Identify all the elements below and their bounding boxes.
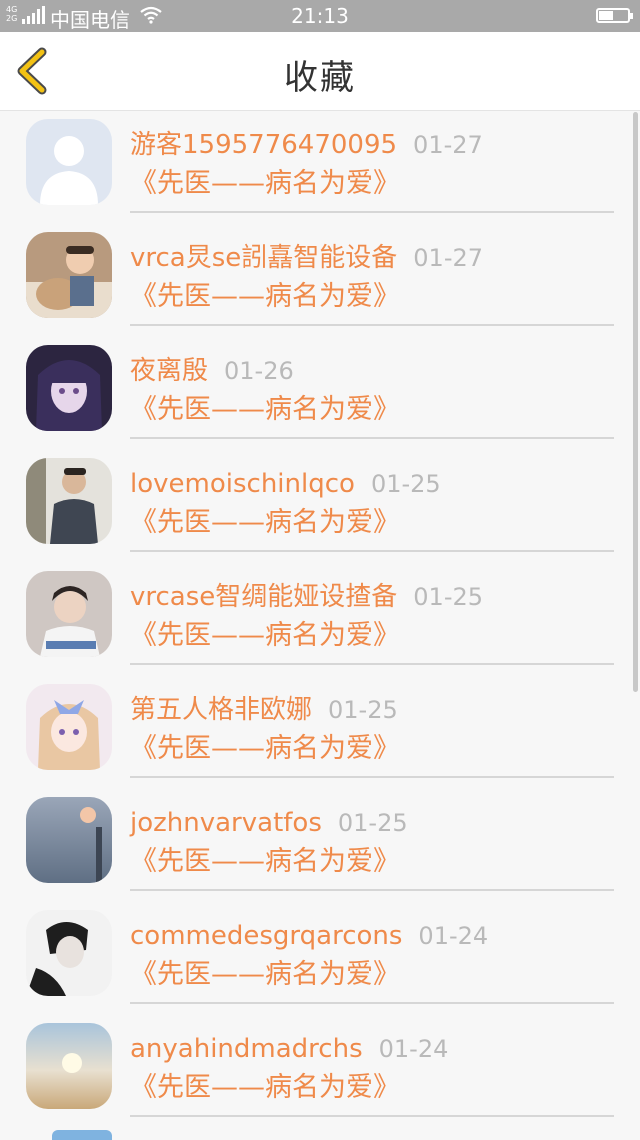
novel-title: 《先医——病名为爱》 <box>130 168 400 199</box>
item-date: 01-26 <box>224 357 294 385</box>
item-date: 01-27 <box>413 131 483 159</box>
item-meta: commedesgrqarcons 01-24 《先医——病名为爱》 <box>130 918 614 1004</box>
list-item[interactable]: 游客1595776470095 01-27 《先医——病名为爱》 <box>0 111 640 224</box>
user-name: 夜离殷 <box>130 356 209 386</box>
navigation-bar: 收藏 <box>0 32 640 111</box>
clock: 21:13 <box>291 4 349 28</box>
list-item[interactable]: vrca炅se訠嚞智能设备 01-27 《先医——病名为爱》 <box>0 224 640 337</box>
list-item[interactable]: anyahindmadrchs 01-24 《先医——病名为爱》 <box>0 1015 640 1128</box>
avatar <box>26 345 112 431</box>
item-header: vrca炅se訠嚞智能设备 01-27 <box>130 240 614 276</box>
list-item[interactable]: vrcase智绸能娅设揸备 01-25 《先医——病名为爱》 <box>0 563 640 676</box>
favorites-list: 游客1595776470095 01-27 《先医——病名为爱》 vrca炅se訠… <box>0 111 640 1138</box>
user-name: jozhnvarvatfos <box>130 808 322 838</box>
list-item[interactable]: 夜离殷 01-26 《先医——病名为爱》 <box>0 337 640 450</box>
avatar <box>26 1023 112 1109</box>
user-name: vrca炅se訠嚞智能设备 <box>130 243 398 273</box>
item-header: lovemoischinlqco 01-25 <box>130 466 614 502</box>
avatar <box>26 458 112 544</box>
item-header: vrcase智绸能娅设揸备 01-25 <box>130 579 614 615</box>
user-name: anyahindmadrchs <box>130 1034 363 1064</box>
item-meta: lovemoischinlqco 01-25 《先医——病名为爱》 <box>130 466 614 552</box>
novel-title: 《先医——病名为爱》 <box>130 846 400 877</box>
item-meta: anyahindmadrchs 01-24 《先医——病名为爱》 <box>130 1031 614 1117</box>
item-meta: jozhnvarvatfos 01-25 《先医——病名为爱》 <box>130 805 614 891</box>
avatar <box>26 910 112 996</box>
item-header: 夜离殷 01-26 <box>130 353 614 389</box>
avatar <box>26 571 112 657</box>
page-title: 收藏 <box>284 58 356 98</box>
status-bar: 4G 2G 中国电信 21:13 <box>0 0 640 32</box>
item-date: 01-25 <box>413 583 484 611</box>
item-date: 01-24 <box>418 922 489 950</box>
item-meta: 第五人格非欧娜 01-25 《先医——病名为爱》 <box>130 692 614 778</box>
novel-title: 《先医——病名为爱》 <box>130 394 400 425</box>
scrollbar[interactable] <box>633 112 638 692</box>
list-item[interactable]: commedesgrqarcons 01-24 《先医——病名为爱》 <box>0 902 640 1015</box>
user-name: 游客1595776470095 <box>130 130 398 160</box>
user-name: 第五人格非欧娜 <box>130 695 313 725</box>
item-date: 01-24 <box>378 1035 449 1063</box>
item-header: 第五人格非欧娜 01-25 <box>130 692 614 728</box>
item-header: jozhnvarvatfos 01-25 <box>130 805 614 841</box>
novel-title: 《先医——病名为爱》 <box>130 733 400 764</box>
item-date: 01-25 <box>370 470 441 498</box>
item-meta: vrcase智绸能娅设揸备 01-25 《先医——病名为爱》 <box>130 579 614 665</box>
novel-title: 《先医——病名为爱》 <box>130 959 400 990</box>
next-avatar-peek <box>52 1130 112 1140</box>
item-header: anyahindmadrchs 01-24 <box>130 1031 614 1067</box>
novel-title: 《先医——病名为爱》 <box>130 507 400 538</box>
list-item[interactable]: 第五人格非欧娜 01-25 《先医——病名为爱》 <box>0 676 640 789</box>
item-header: commedesgrqarcons 01-24 <box>130 918 614 954</box>
item-header: 游客1595776470095 01-27 <box>130 127 614 163</box>
battery-icon <box>596 8 633 23</box>
item-date: 01-25 <box>337 809 408 837</box>
user-name: commedesgrqarcons <box>130 921 403 951</box>
item-date: 01-25 <box>328 696 398 724</box>
item-meta: vrca炅se訠嚞智能设备 01-27 《先医——病名为爱》 <box>130 240 614 326</box>
item-date: 01-27 <box>413 244 484 272</box>
user-name: lovemoischinlqco <box>130 469 355 499</box>
item-meta: 游客1595776470095 01-27 《先医——病名为爱》 <box>130 127 614 213</box>
novel-title: 《先医——病名为爱》 <box>130 281 400 312</box>
item-meta: 夜离殷 01-26 《先医——病名为爱》 <box>130 353 614 439</box>
list-item[interactable]: lovemoischinlqco 01-25 《先医——病名为爱》 <box>0 450 640 563</box>
list-item[interactable]: jozhnvarvatfos 01-25 《先医——病名为爱》 <box>0 789 640 902</box>
novel-title: 《先医——病名为爱》 <box>130 620 400 651</box>
novel-title: 《先医——病名为爱》 <box>130 1072 400 1103</box>
avatar <box>26 119 112 205</box>
avatar <box>26 797 112 883</box>
user-name: vrcase智绸能娅设揸备 <box>130 582 398 612</box>
avatar <box>26 684 112 770</box>
avatar <box>26 232 112 318</box>
